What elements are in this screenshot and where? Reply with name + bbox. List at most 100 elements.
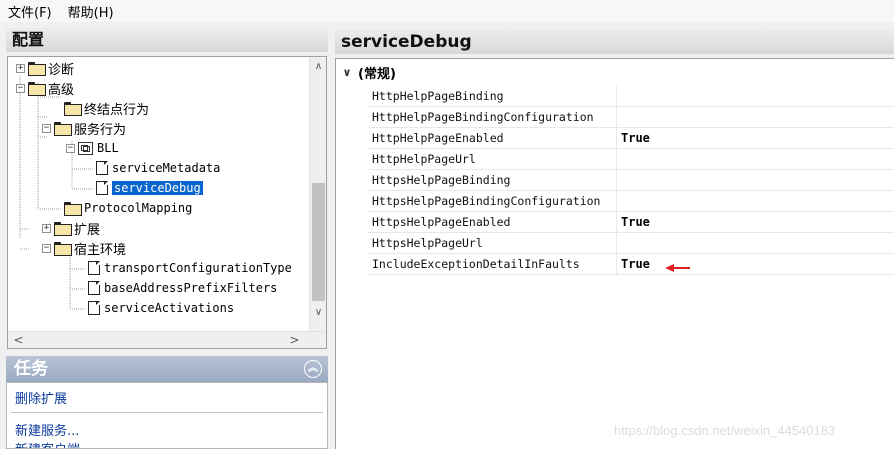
tree-label: 宿主环境	[74, 242, 127, 258]
property-category[interactable]: ∨ (常规)	[336, 63, 396, 82]
tree-item-base-address-prefix-filters[interactable]: baseAddressPrefixFilters	[88, 279, 277, 297]
property-row[interactable]: IncludeExceptionDetailInFaults True	[336, 254, 894, 275]
tree-item-advanced[interactable]: − 高级	[16, 79, 75, 98]
tree-item-protocol-mapping[interactable]: ProtocolMapping	[64, 199, 192, 217]
property-value[interactable]	[616, 233, 894, 254]
tree-item-service-behaviors[interactable]: − 服务行为	[42, 119, 127, 138]
collapse-tasks-icon[interactable]: ︽	[304, 360, 322, 378]
property-name: HttpsHelpPageBindingConfiguration	[368, 191, 616, 212]
behavior-icon	[78, 141, 93, 155]
task-divider	[11, 412, 323, 413]
folder-icon	[54, 242, 72, 256]
property-value[interactable]	[616, 170, 894, 191]
property-row[interactable]: HttpHelpPageBindingConfiguration	[336, 107, 894, 128]
task-delete-extension[interactable]: 删除扩展	[15, 388, 67, 407]
property-name: HttpsHelpPageUrl	[368, 233, 616, 254]
property-name: HttpHelpPageBindingConfiguration	[368, 107, 616, 128]
property-value-text: True	[621, 257, 650, 271]
collapse-icon[interactable]: −	[16, 83, 25, 93]
task-new-client[interactable]: 新建客户端	[15, 439, 80, 448]
property-value[interactable]	[616, 191, 894, 212]
tree-item-hosting-environment[interactable]: − 宿主环境	[42, 239, 127, 258]
document-icon	[96, 161, 108, 175]
category-label: (常规)	[358, 66, 396, 82]
folder-icon	[54, 222, 72, 236]
document-icon	[96, 181, 108, 195]
tree-label: 高级	[48, 82, 75, 98]
property-grid[interactable]: ∨ (常规) HttpHelpPageBinding HttpHelpPageB…	[335, 58, 894, 449]
property-row[interactable]: HttpsHelpPageBindingConfiguration	[336, 191, 894, 212]
scroll-right-icon[interactable]: >	[286, 333, 303, 347]
tree-vertical-scrollbar[interactable]: ∧ ∨	[309, 57, 326, 332]
tree-label: BLL	[97, 141, 119, 155]
tree-label: baseAddressPrefixFilters	[104, 281, 278, 295]
folder-icon	[28, 62, 46, 76]
document-icon	[88, 301, 100, 315]
tree-item-bll[interactable]: − BLL	[66, 139, 119, 157]
config-panel-title: 配置	[6, 28, 328, 52]
tasks-title: 任务	[14, 359, 48, 379]
property-value[interactable]: True	[616, 254, 894, 275]
tree-label: serviceMetadata	[112, 161, 221, 175]
property-name: IncludeExceptionDetailInFaults	[368, 254, 616, 275]
tree-label: 服务行为	[74, 122, 127, 138]
property-row[interactable]: HttpsHelpPageUrl	[336, 233, 894, 254]
collapse-icon[interactable]: −	[42, 123, 51, 133]
tree-label: transportConfigurationType	[104, 261, 292, 275]
property-value[interactable]: True	[616, 212, 894, 233]
tree-item-extensions[interactable]: + 扩展	[42, 219, 101, 238]
menu-help[interactable]: 帮助(H)	[68, 2, 114, 21]
tree-item-service-activations[interactable]: serviceActivations	[88, 299, 234, 317]
scrollbar-thumb[interactable]	[312, 183, 325, 301]
tree-label: 终结点行为	[84, 102, 150, 118]
document-icon	[88, 281, 100, 295]
tasks-panel-header: 任务 ︽	[6, 356, 328, 382]
scroll-up-icon[interactable]: ∧	[310, 61, 326, 72]
folder-icon	[28, 82, 46, 96]
tree-item-service-debug[interactable]: serviceDebug	[96, 179, 203, 197]
menu-file[interactable]: 文件(F)	[8, 2, 52, 21]
property-name: HttpHelpPageEnabled	[368, 128, 616, 149]
property-name: HttpHelpPageBinding	[368, 86, 616, 107]
property-row[interactable]: HttpsHelpPageEnabled True	[336, 212, 894, 233]
folder-icon	[54, 122, 72, 136]
expand-icon[interactable]: +	[42, 223, 51, 233]
task-new-service[interactable]: 新建服务...	[15, 420, 79, 439]
watermark: https://blog.csdn.net/weixin_44540183	[614, 423, 836, 438]
property-row[interactable]: HttpHelpPageUrl	[336, 149, 894, 170]
red-arrow-icon	[665, 259, 691, 279]
chevron-down-icon[interactable]: ∨	[336, 66, 358, 79]
collapse-icon[interactable]: −	[66, 143, 75, 153]
property-value[interactable]	[616, 86, 894, 107]
tree-horizontal-scrollbar[interactable]: < >	[8, 331, 326, 348]
property-value[interactable]: True	[616, 128, 894, 149]
scroll-down-icon[interactable]: ∨	[310, 307, 326, 318]
folder-icon	[64, 102, 82, 116]
property-name: HttpsHelpPageEnabled	[368, 212, 616, 233]
tree-label: ProtocolMapping	[84, 201, 193, 215]
property-row[interactable]: HttpsHelpPageBinding	[336, 170, 894, 191]
property-value[interactable]	[616, 149, 894, 170]
property-row[interactable]: HttpHelpPageBinding	[336, 86, 894, 107]
tree-label-selected: serviceDebug	[112, 181, 203, 195]
properties-panel-title: serviceDebug	[335, 30, 894, 54]
scroll-left-icon[interactable]: <	[10, 333, 27, 347]
tree-item-diagnostics[interactable]: + 诊断	[16, 59, 75, 78]
property-name: HttpHelpPageUrl	[368, 149, 616, 170]
tasks-panel: 删除扩展 新建服务... 新建客户端	[6, 382, 328, 449]
tree-label: 扩展	[74, 222, 101, 238]
document-icon	[88, 261, 100, 275]
expand-icon[interactable]: +	[16, 63, 25, 73]
tree-item-endpoint-behaviors[interactable]: 终结点行为	[64, 99, 150, 118]
property-value[interactable]	[616, 107, 894, 128]
property-row[interactable]: HttpHelpPageEnabled True	[336, 128, 894, 149]
property-name: HttpsHelpPageBinding	[368, 170, 616, 191]
collapse-icon[interactable]: −	[42, 243, 51, 253]
tree-label: serviceActivations	[104, 301, 235, 315]
config-tree[interactable]: + 诊断 − 高级 终结点行为 − 服务行为 − BLL serviceMeta…	[7, 56, 327, 349]
tree-label: 诊断	[48, 62, 75, 78]
menu-bar: 文件(F) 帮助(H)	[0, 0, 894, 22]
tree-item-transport-config-types[interactable]: transportConfigurationType	[88, 259, 292, 277]
tree-item-service-metadata[interactable]: serviceMetadata	[96, 159, 220, 177]
folder-icon	[64, 202, 82, 216]
